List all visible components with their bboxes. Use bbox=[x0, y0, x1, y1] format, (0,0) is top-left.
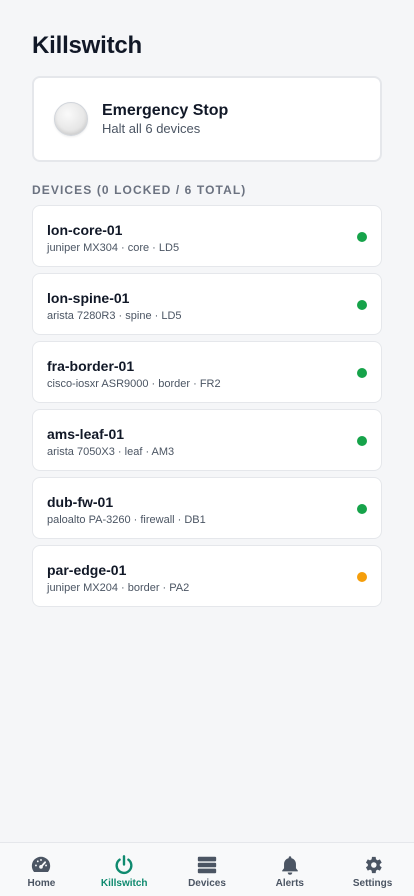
device-meta: arista 7280R3 · spine · LD5 bbox=[47, 310, 182, 322]
bell-icon bbox=[281, 856, 298, 875]
status-dot bbox=[357, 436, 367, 446]
emergency-stop-subtitle: Halt all 6 devices bbox=[102, 121, 201, 136]
status-dot bbox=[357, 504, 367, 514]
tab-label: Home bbox=[27, 878, 56, 889]
gauge-icon bbox=[32, 856, 51, 872]
device-card[interactable]: ams-leaf-01 arista 7050X3 · leaf · AM3 bbox=[32, 409, 382, 471]
tab-devices[interactable]: Devices bbox=[166, 843, 249, 896]
status-dot bbox=[357, 368, 367, 378]
device-meta: cisco-iosxr ASR9000 · border · FR2 bbox=[47, 378, 221, 390]
tab-label: Alerts bbox=[275, 878, 304, 889]
emergency-stop-text: Emergency Stop Halt all 6 devices bbox=[102, 101, 228, 137]
emergency-stop-card[interactable]: Emergency Stop Halt all 6 devices bbox=[32, 76, 382, 162]
status-dot bbox=[357, 300, 367, 310]
device-list: lon-core-01 juniper MX304 · core · LD5 l… bbox=[32, 205, 382, 613]
emergency-stop-title: Emergency Stop bbox=[102, 102, 229, 119]
devices-section-label: DEVICES (0 LOCKED / 6 TOTAL) bbox=[32, 183, 247, 197]
status-dot bbox=[357, 572, 367, 582]
device-name: ams-leaf-01 bbox=[47, 426, 125, 442]
tab-settings[interactable]: Settings bbox=[331, 843, 414, 896]
tab-label: Devices bbox=[188, 878, 226, 889]
tab-label: Settings bbox=[352, 878, 393, 889]
device-name: fra-border-01 bbox=[47, 358, 135, 374]
device-name: par-edge-01 bbox=[47, 562, 127, 578]
device-meta: arista 7050X3 · leaf · AM3 bbox=[47, 446, 175, 458]
device-meta: juniper MX204 · border · PA2 bbox=[47, 582, 190, 594]
bottom-tab-bar: Home Killswitch Devices Alerts Settings bbox=[0, 842, 414, 896]
device-card[interactable]: fra-border-01 cisco-iosxr ASR9000 · bord… bbox=[32, 341, 382, 403]
tab-killswitch[interactable]: Killswitch bbox=[83, 843, 166, 896]
device-name: dub-fw-01 bbox=[47, 494, 114, 510]
device-card[interactable]: lon-core-01 juniper MX304 · core · LD5 bbox=[32, 205, 382, 267]
device-meta: juniper MX304 · core · LD5 bbox=[47, 242, 180, 254]
tab-home[interactable]: Home bbox=[0, 843, 83, 896]
status-dot bbox=[357, 232, 367, 242]
device-name: lon-core-01 bbox=[47, 222, 123, 238]
server-icon bbox=[197, 856, 217, 874]
tab-label: Killswitch bbox=[100, 878, 148, 889]
tab-alerts[interactable]: Alerts bbox=[248, 843, 331, 896]
device-meta: paloalto PA-3260 · firewall · DB1 bbox=[47, 514, 206, 526]
device-card[interactable]: par-edge-01 juniper MX204 · border · PA2 bbox=[32, 545, 382, 607]
gear-icon bbox=[365, 856, 382, 874]
power-icon bbox=[115, 855, 133, 874]
emergency-stop-button[interactable] bbox=[54, 102, 88, 136]
device-card[interactable]: dub-fw-01 paloalto PA-3260 · firewall · … bbox=[32, 477, 382, 539]
page-title: Killswitch bbox=[32, 32, 143, 59]
device-card[interactable]: lon-spine-01 arista 7280R3 · spine · LD5 bbox=[32, 273, 382, 335]
device-name: lon-spine-01 bbox=[47, 290, 130, 306]
